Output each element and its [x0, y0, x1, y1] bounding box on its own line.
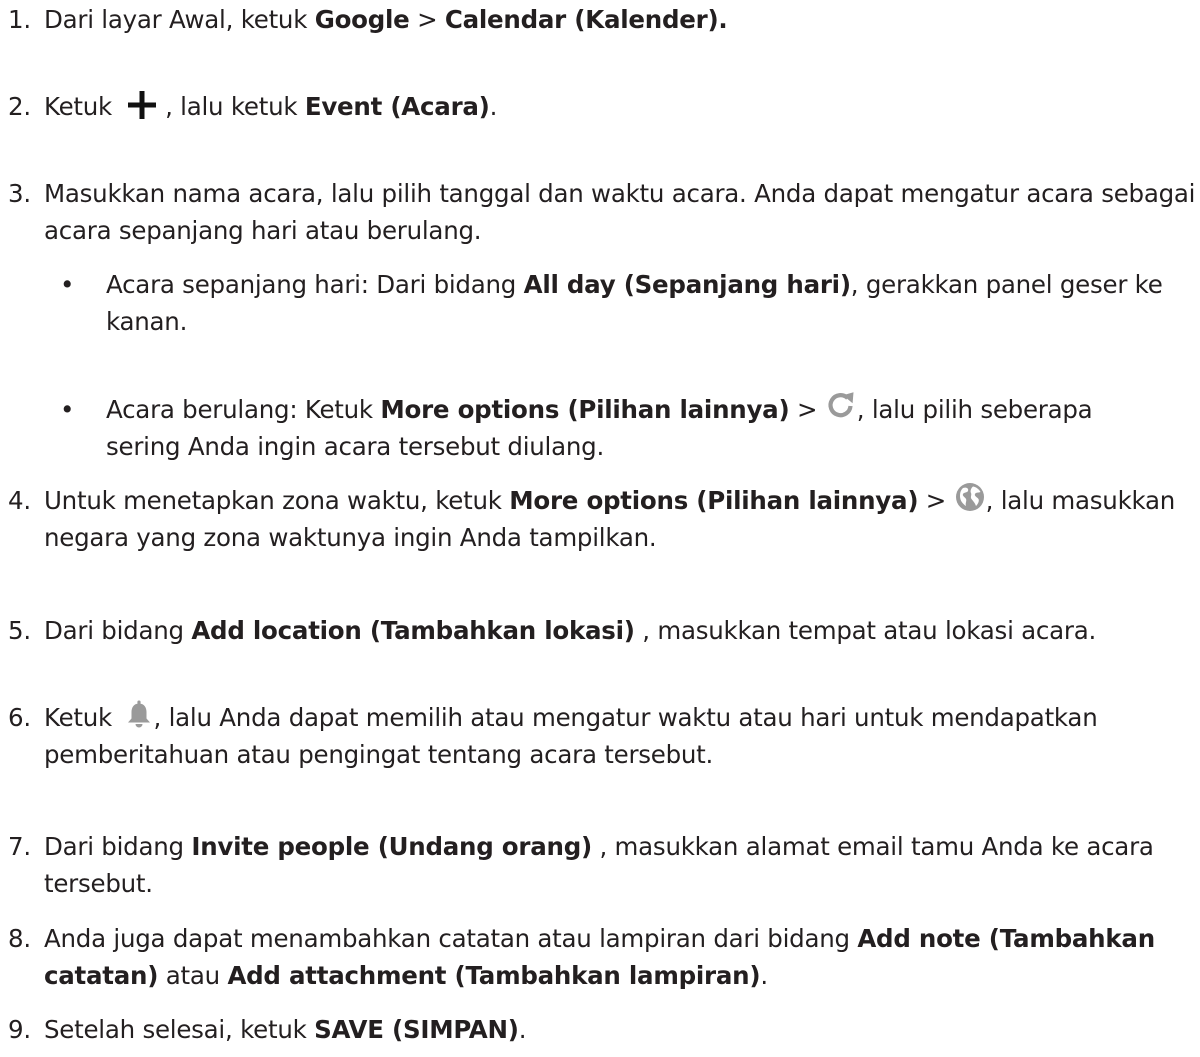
step-number: 8. — [8, 924, 31, 953]
step-text-part: . — [760, 961, 768, 990]
step-text-part: atau — [158, 961, 228, 990]
step-bold-term: Add attachment (Tambahkan lampiran) — [227, 961, 761, 990]
step-text-part: , masukkan tempat atau lokasi acara. — [634, 616, 1097, 645]
step-text: Dari bidang Add location (Tambahkan loka… — [44, 612, 1196, 649]
step-bold-term: More options (Pilihan lainnya) — [509, 486, 919, 515]
step-text: Ketuk , lalu Anda dapat memilih atau men… — [44, 699, 1196, 773]
step-number: 1. — [8, 5, 31, 34]
step-text-part: Setelah selesai, ketuk — [44, 1015, 315, 1044]
bullet-text-part: Acara sepanjang hari: Dari bidang — [106, 270, 524, 299]
step-text: Dari bidang Invite people (Undang orang)… — [44, 828, 1196, 902]
bullet-text: Acara berulang: Ketuk More options (Pili… — [106, 391, 1170, 465]
step-text-part: Dari layar Awal, ketuk — [44, 5, 315, 34]
bullet-bold-term: All day (Sepanjang hari) — [523, 270, 851, 299]
step-bold-term: SAVE (SIMPAN) — [314, 1015, 519, 1044]
bullet-text: Acara sepanjang hari: Dari bidang All da… — [106, 266, 1170, 340]
step-text-part: Ketuk — [44, 703, 120, 732]
plus-icon — [126, 89, 158, 121]
bullet-dot: • — [60, 395, 75, 424]
step-text: Masukkan nama acara, lalu pilih tanggal … — [44, 179, 1196, 245]
step-number: 9. — [8, 1015, 31, 1044]
bell-icon — [124, 699, 154, 729]
step-text-part: , lalu Anda dapat memilih atau mengatur … — [44, 703, 1098, 769]
step-text-part: . — [489, 92, 498, 121]
step-text: Untuk menetapkan zona waktu, ketuk More … — [44, 482, 1196, 556]
instruction-document: 1. Dari layar Awal, ketuk Google > Calen… — [0, 0, 1200, 1057]
bullet-dot: • — [60, 270, 75, 299]
step-number: 3. — [8, 179, 31, 208]
step-text-part: Anda juga dapat menambahkan catatan atau… — [44, 924, 858, 953]
step-text: Setelah selesai, ketuk SAVE (SIMPAN). — [44, 1011, 1196, 1048]
step-text-part: > — [409, 5, 445, 34]
step-number: 2. — [8, 92, 31, 121]
step-bold-term: Google — [314, 5, 410, 34]
bullet-text-part: > — [789, 395, 825, 424]
step-bold-term: Calendar (Kalender). — [444, 5, 728, 34]
step-number: 5. — [8, 616, 31, 645]
step-text-part: , lalu ketuk — [157, 92, 305, 121]
bullet-bold-term: More options (Pilihan lainnya) — [380, 395, 790, 424]
step-text: Anda juga dapat menambahkan catatan atau… — [44, 920, 1196, 994]
step-text-part: Dari bidang — [44, 616, 192, 645]
step-bold-term: Add location (Tambahkan lokasi) — [191, 616, 635, 645]
step-text-part: > — [918, 486, 954, 515]
bullet-text-part: Acara berulang: Ketuk — [106, 395, 381, 424]
step-number: 4. — [8, 486, 31, 515]
repeat-icon — [825, 389, 857, 421]
step-number: 7. — [8, 832, 31, 861]
step-bold-term: Event (Acara) — [304, 92, 490, 121]
step-text-part: Untuk menetapkan zona waktu, ketuk — [44, 486, 510, 515]
step-text-part: . — [518, 1015, 527, 1044]
step-text: Dari layar Awal, ketuk Google > Calendar… — [44, 1, 1196, 38]
step-text-part: Ketuk — [44, 92, 120, 121]
step-bold-term: Invite people (Undang orang) — [191, 832, 592, 861]
step-text: Ketuk , lalu ketuk Event (Acara). — [44, 88, 1196, 125]
step-number: 6. — [8, 703, 31, 732]
step-text-part: Dari bidang — [44, 832, 192, 861]
globe-icon — [954, 481, 986, 513]
